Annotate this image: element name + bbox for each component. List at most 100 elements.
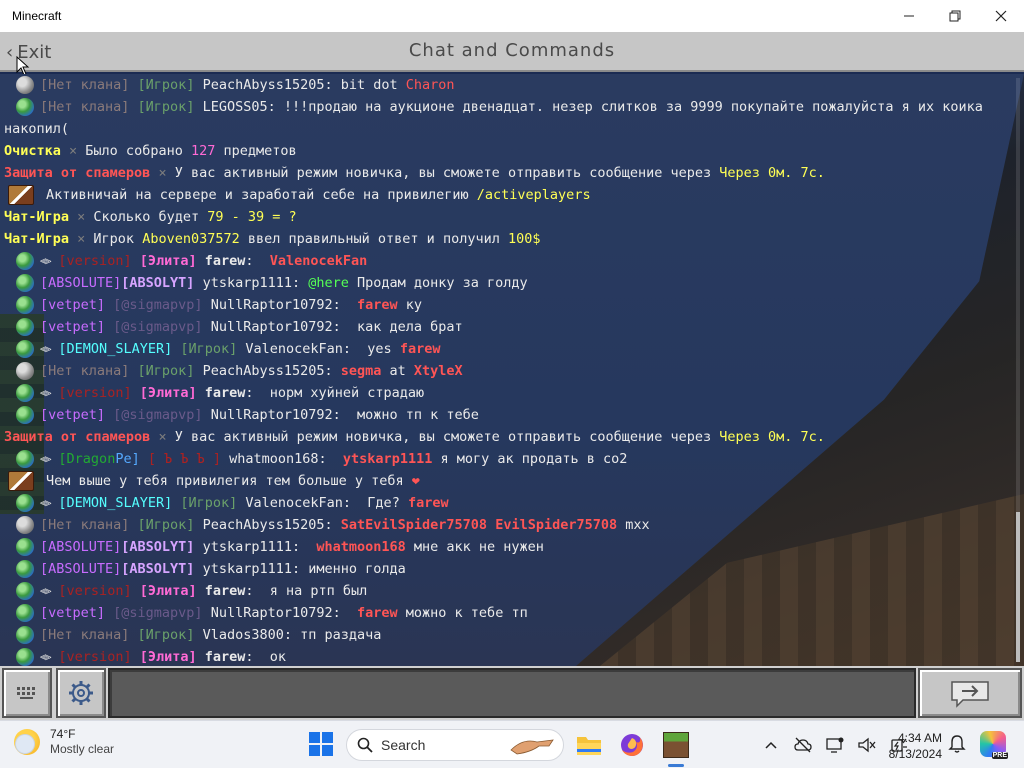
chat-input[interactable] xyxy=(108,668,916,718)
chat-message: Чат-Игра × Сколько будет 79 - 39 = ? xyxy=(0,206,1010,228)
player-head-gray-icon xyxy=(16,362,34,380)
chat-text-segment: : как дела брат xyxy=(332,319,463,335)
firefox-app[interactable] xyxy=(616,729,648,761)
minecraft-app[interactable] xyxy=(660,729,692,767)
chat-text-segment: [Элита] xyxy=(139,649,205,665)
wings-icon: ⫷⫸ xyxy=(40,342,51,355)
chat-text-segment: [Игрок] xyxy=(137,363,203,379)
chat-text-segment: PeachAbyss15205 xyxy=(202,77,325,93)
chat-text-segment: У вас активный режим новичка, вы сможете… xyxy=(174,165,720,181)
chat-text-segment: mxx xyxy=(617,517,650,533)
send-button[interactable] xyxy=(918,668,1022,718)
scrollbar-thumb[interactable] xyxy=(1016,512,1020,662)
player-globe-icon xyxy=(16,450,34,468)
keyboard-icon xyxy=(17,687,35,699)
chat-text-segment: Защита от спамеров xyxy=(4,429,159,445)
book-icon xyxy=(8,471,34,491)
chat-messages: [Нет клана] [Игрок] PeachAbyss15205: bit… xyxy=(0,74,1010,666)
weather-widget[interactable]: 74°F Mostly clear xyxy=(14,727,114,757)
chat-text-segment: [Игрок] xyxy=(180,341,246,357)
network-status[interactable] xyxy=(792,734,814,756)
chat-text-segment: : можно тп к тебе xyxy=(332,407,479,423)
chat-text-segment: [@sigmapvp] xyxy=(113,319,211,335)
chat-scrollbar[interactable] xyxy=(1016,78,1020,662)
chat-text-segment: [@sigmapvp] xyxy=(113,605,211,621)
chat-text-segment: PeachAbyss15205 xyxy=(202,363,325,379)
chat-text-segment: at xyxy=(381,363,414,379)
mouse-cursor-icon xyxy=(16,56,30,76)
chat-text-segment: [Нет клана] xyxy=(40,77,138,93)
player-globe-icon xyxy=(16,538,34,556)
copilot-button[interactable]: PRE xyxy=(980,731,1008,759)
notification-bell-icon[interactable] xyxy=(948,734,966,754)
settings-button[interactable] xyxy=(56,668,106,718)
display-status[interactable] xyxy=(824,734,846,756)
monitor-icon xyxy=(826,737,844,753)
chat-text-segment: segma xyxy=(340,363,382,379)
chat-message: ⫷⫸ [version] [Элита] farew: ок xyxy=(0,646,1010,666)
file-explorer-app[interactable] xyxy=(573,729,605,761)
chat-text-segment: NullRaptor10792 xyxy=(210,407,333,423)
chat-text-segment: Через 0м. 7с. xyxy=(719,165,825,181)
chat-text-segment: × xyxy=(158,165,175,181)
chat-text-segment: [ABSOLUTE] xyxy=(40,539,122,555)
window-titlebar: Minecraft xyxy=(0,0,1024,32)
player-head-gray-icon xyxy=(16,516,34,534)
chat-text-segment: : норм хуйней страдаю xyxy=(245,385,425,401)
chat-text-segment: [@sigmapvp] xyxy=(113,297,211,313)
chat-message: [vetpet] [@sigmapvp] NullRaptor10792: fa… xyxy=(0,294,1010,316)
chat-text-segment: @here xyxy=(308,275,349,291)
show-hidden-icons-button[interactable] xyxy=(760,734,782,756)
chat-text-segment: У вас активный режим новичка, вы сможете… xyxy=(174,429,720,445)
chat-log[interactable]: [Нет клана] [Игрок] PeachAbyss15205: bit… xyxy=(0,74,1024,666)
chat-text-segment: ytskarp1111 xyxy=(202,561,292,577)
close-button[interactable] xyxy=(978,0,1024,32)
chat-text-segment: ytskarp1111 xyxy=(342,451,433,467)
chevron-up-icon xyxy=(765,741,777,749)
chat-text-segment: : ок xyxy=(245,649,287,665)
chat-text-segment: [Элита] xyxy=(139,253,205,269)
chat-text-segment: /activeplayers xyxy=(476,187,591,203)
taskbar-clock[interactable]: 4:34 AM 8/13/2024 xyxy=(878,730,942,762)
chat-text-segment: farew xyxy=(357,297,398,313)
minimize-button[interactable] xyxy=(886,0,932,32)
volume-status[interactable] xyxy=(856,734,878,756)
chat-text-segment: [vetpet] xyxy=(40,407,114,423)
clock-date: 8/13/2024 xyxy=(888,747,942,761)
chat-text-segment: × xyxy=(158,429,175,445)
chat-text-segment: : bit dot xyxy=(324,77,406,93)
chat-message: [Нет клана] [Игрок] PeachAbyss15205: seg… xyxy=(0,360,1010,382)
minecraft-grass-block-icon xyxy=(663,732,689,758)
weather-moon-icon xyxy=(14,729,40,755)
chat-text-segment: Очистка xyxy=(4,143,70,159)
chat-text-segment: ввел правильный ответ и получил xyxy=(239,231,508,247)
maximize-button[interactable] xyxy=(932,0,978,32)
start-button-icon[interactable] xyxy=(308,731,334,757)
chat-message: ⫷⫸ [version] [Элита] farew: норм хуйней с… xyxy=(0,382,1010,404)
chat-text-segment: Сколько будет xyxy=(93,209,208,225)
keyboard-button[interactable] xyxy=(2,668,52,718)
wings-icon: ⫷⫸ xyxy=(40,584,51,597)
chat-message: ⫷⫸ [DEMON_SLAYER] [Игрок] ValenocekFan: y… xyxy=(0,338,1010,360)
chat-message: [Нет клана] [Игрок] PeachAbyss15205: Sat… xyxy=(0,514,1010,536)
chat-text-segment: [Нет клана] xyxy=(40,363,138,379)
chat-message: [vetpet] [@sigmapvp] NullRaptor10792: мо… xyxy=(0,404,1010,426)
chat-message: [ABSOLUTE] [ABSOLYT] ytskarp1111: @here П… xyxy=(0,272,1010,294)
chat-text-segment: ytskarp1111 xyxy=(202,275,292,291)
send-arrow-icon xyxy=(951,681,989,708)
chat-message: [vetpet] [@sigmapvp] NullRaptor10792: ка… xyxy=(0,316,1010,338)
chat-text-segment: [Игрок] xyxy=(137,77,203,93)
chat-text-segment: : именно голда xyxy=(291,561,406,577)
chat-text-segment: Aboven037572 xyxy=(142,231,240,247)
chat-text-segment: : yes xyxy=(342,341,400,357)
chat-text-segment: farew xyxy=(204,583,246,599)
weather-condition: Mostly clear xyxy=(50,742,115,756)
player-globe-icon xyxy=(16,494,34,512)
chat-message: [Нет клана] [Игрок] Vlados3800: тп разда… xyxy=(0,624,1010,646)
chat-text-segment: Charon xyxy=(405,77,455,93)
chat-text-segment: farew xyxy=(399,341,441,357)
taskbar: 74°F Mostly clear Search 4:34 AM 8/13/20… xyxy=(0,720,1024,768)
chat-message: Чем выше у тебя привилегия тем больше у … xyxy=(0,470,1010,492)
chat-text-segment: : !!!продаю на аукционе двенадцат. незер… xyxy=(267,99,983,115)
taskbar-search[interactable]: Search xyxy=(346,729,564,761)
